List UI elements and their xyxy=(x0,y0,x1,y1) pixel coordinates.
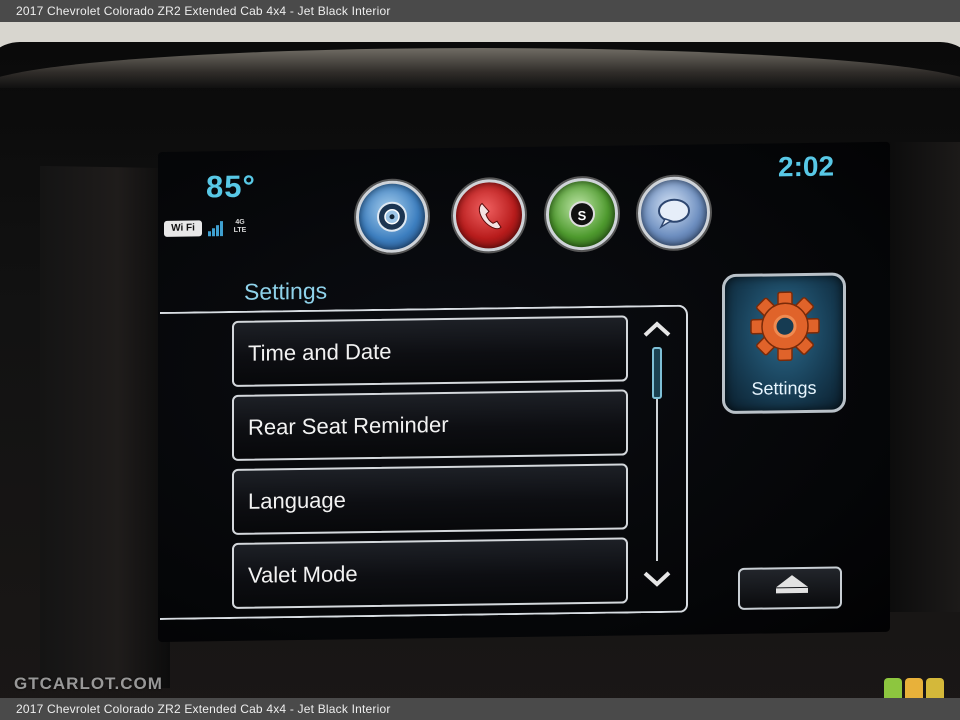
chevron-up-icon xyxy=(643,321,671,337)
watermark: GTCARLOT.COM xyxy=(14,674,163,693)
settings-item-rear-seat-reminder[interactable]: Rear Seat Reminder xyxy=(232,389,628,461)
gear-icon xyxy=(750,291,820,362)
signal-strength-icon xyxy=(208,220,226,237)
navigation-app-button[interactable]: S xyxy=(546,177,618,251)
scrollbar-thumb[interactable] xyxy=(652,346,662,400)
caption-top: 2017 Chevrolet Colorado ZR2 Extended Cab… xyxy=(0,0,960,22)
scroll-down-button[interactable] xyxy=(642,569,672,589)
outside-temperature: 85° xyxy=(206,168,256,205)
chevron-down-icon xyxy=(643,571,671,587)
clock: 2:02 xyxy=(778,150,835,183)
bezel-right-trim xyxy=(888,142,960,612)
speaker-icon xyxy=(377,201,407,232)
settings-tile-label: Settings xyxy=(751,377,817,399)
page-title: Settings xyxy=(244,277,328,305)
wifi-icon: Wi Fi xyxy=(164,220,202,237)
eject-up-icon xyxy=(740,568,840,594)
messages-app-button[interactable] xyxy=(638,176,710,250)
settings-item-valet-mode[interactable]: Valet Mode xyxy=(232,537,628,609)
phone-handset-icon xyxy=(478,202,502,230)
caption-bottom: 2017 Chevrolet Colorado ZR2 Extended Cab… xyxy=(0,698,960,720)
network-type-label: 4G LTE xyxy=(233,218,247,234)
settings-item-language[interactable]: Language xyxy=(232,463,628,535)
settings-item-time-and-date[interactable]: Time and Date xyxy=(232,315,628,387)
scroll-up-button[interactable] xyxy=(642,319,672,339)
infotainment-screen: 85° 2:02 Wi Fi 4G LTE S Settings Time an… xyxy=(158,141,890,642)
dashboard-photo: 85° 2:02 Wi Fi 4G LTE S Settings Time an… xyxy=(0,22,960,698)
audio-app-button[interactable] xyxy=(356,180,428,254)
home-button[interactable] xyxy=(738,566,842,610)
compass-icon: S xyxy=(569,200,595,228)
speech-bubble-icon xyxy=(658,198,690,229)
phone-app-button[interactable] xyxy=(453,178,525,252)
settings-list: Time and Date Rear Seat Reminder Languag… xyxy=(160,304,688,620)
bezel-left-trim xyxy=(40,165,170,689)
settings-app-tile[interactable]: Settings xyxy=(722,272,846,415)
